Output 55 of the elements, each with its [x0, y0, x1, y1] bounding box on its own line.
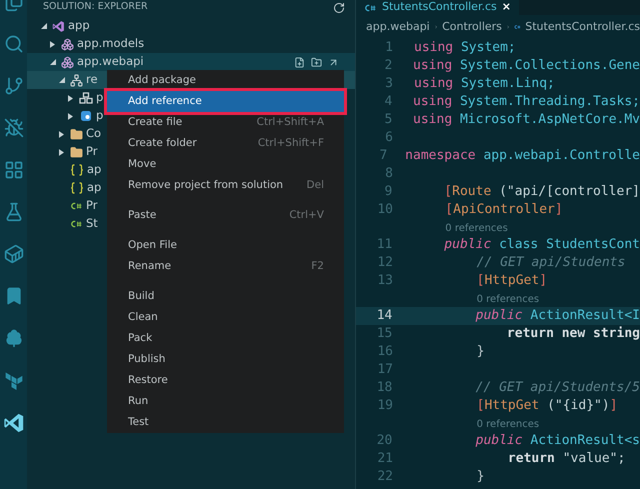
- code-line: namespace app.webapi.Controlle: [405, 147, 640, 166]
- code-line: using Microsoft.AspNetCore.Mv: [413, 111, 640, 130]
- code-line: using System.Threading.Tasks;: [413, 93, 640, 112]
- line-number: 5: [384, 111, 392, 130]
- line-number: 2: [384, 57, 392, 76]
- line-number: 19: [376, 397, 393, 416]
- line-number: 16: [376, 343, 393, 362]
- tree-label: Pr: [86, 197, 98, 214]
- tree-label: Co: [86, 125, 102, 142]
- tree-label: p: [96, 89, 104, 106]
- panel-title: SOLUTION: EXPLORER: [43, 0, 148, 14]
- line-number: 20: [376, 432, 392, 450]
- tree-label: app.models: [77, 35, 144, 52]
- code-line: return "value";: [506, 450, 626, 468]
- line-number: 6: [384, 129, 393, 148]
- line-number: 11: [376, 236, 392, 254]
- code-line: [HttpGet]: [476, 272, 548, 290]
- code-line: using System.Collections.Gene: [413, 57, 640, 76]
- code-line: using System.Linq;: [414, 75, 555, 94]
- tree-label: Pr: [86, 143, 98, 160]
- code-line: }: [476, 343, 484, 362]
- line-number: 21: [376, 450, 393, 468]
- line-number: 1: [384, 39, 393, 58]
- tree-label: re: [86, 71, 98, 88]
- line-number: 18: [376, 379, 392, 398]
- tab-label: StutentsController.cs: [382, 0, 497, 16]
- tree-label: app.webapi: [77, 53, 144, 70]
- line-number: 8: [384, 165, 393, 184]
- code-line: public class StudentsCont: [443, 236, 640, 254]
- line-number: 7: [378, 147, 388, 166]
- line-number: 9: [384, 183, 392, 202]
- line-number: 15: [376, 325, 392, 344]
- tree-label: ap: [87, 161, 102, 178]
- code-line: [HttpGet ("{id}")]: [476, 397, 618, 416]
- code-line: // GET api/Students/5: [474, 379, 640, 398]
- code-line: [Route ("api/[controller]: [443, 183, 640, 202]
- tree-label: St: [86, 215, 98, 232]
- tree-label: p: [96, 107, 104, 124]
- line-number: 3: [384, 75, 393, 94]
- code-line: public ActionResult<s: [474, 432, 640, 450]
- line-number: 22: [376, 468, 393, 486]
- code-line: [ApiController]: [444, 201, 563, 220]
- code-line: // GET api/Students: [476, 254, 626, 272]
- code-line: public ActionResult<I: [474, 307, 640, 326]
- line-number: 4: [384, 93, 392, 112]
- code-line: using System;: [414, 39, 516, 58]
- line-number: 10: [376, 201, 393, 220]
- code-line: }: [476, 468, 484, 486]
- line-number: 12: [376, 254, 393, 272]
- tree-label: app: [68, 17, 90, 34]
- line-number: 17: [376, 361, 393, 380]
- tree-label: ap: [87, 179, 102, 196]
- code-line: return new string: [506, 325, 640, 344]
- line-number: 14: [376, 307, 392, 326]
- line-number: 13: [376, 272, 393, 290]
